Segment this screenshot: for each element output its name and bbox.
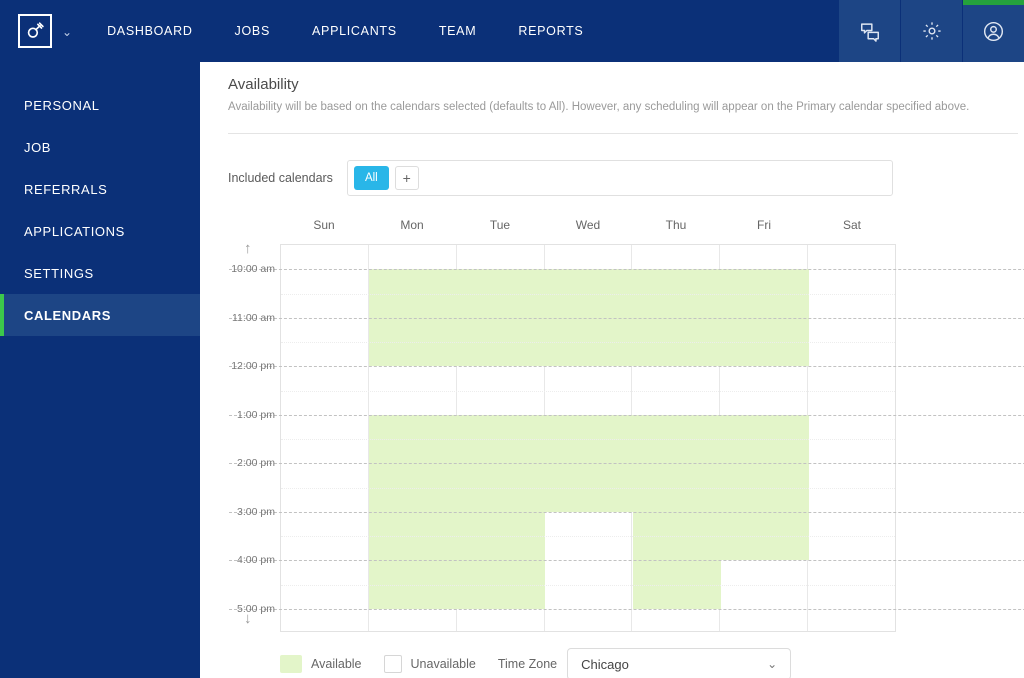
sidebar-item-settings[interactable]: SETTINGS (0, 252, 200, 294)
grid-half-hour-line (281, 536, 895, 538)
messages-button[interactable] (838, 0, 900, 62)
top-navbar: ⌄ DASHBOARD JOBS APPLICANTS TEAM REPORTS (0, 0, 1024, 62)
day-header-row: Sun Mon Tue Wed Thu Fri Sat (280, 218, 896, 232)
grid-hour-line (229, 608, 1024, 610)
calendar-legend: Available Unavailable Time Zone Chicago … (280, 648, 792, 678)
grid-col-sun (281, 245, 369, 632)
calendar-chip-all[interactable]: All (353, 166, 389, 191)
grid-half-hour-line (281, 342, 895, 344)
time-axis-label: 4:00 pm (237, 554, 275, 567)
day-header-wed: Wed (575, 218, 601, 233)
nav-link-team[interactable]: TEAM (418, 0, 498, 62)
time-axis-label: 12:00 pm (231, 360, 275, 373)
legend-swatch-available (280, 655, 302, 674)
nav-link-applicants[interactable]: APPLICANTS (291, 0, 418, 62)
account-button[interactable] (962, 0, 1024, 62)
timezone-value: Chicago (581, 656, 629, 672)
scroll-up-arrow-icon[interactable]: ↑ (244, 240, 252, 257)
grid-hour-line (229, 317, 1024, 319)
time-axis-label: 11:00 am (232, 311, 275, 324)
sidebar: PERSONAL JOB REFERRALS APPLICATIONS SETT… (0, 62, 200, 678)
timezone-label: Time Zone (497, 657, 558, 672)
logo-chevron-down-icon[interactable]: ⌄ (62, 26, 72, 38)
legend-label-unavailable: Unavailable (410, 657, 476, 672)
legend-swatch-unavailable (383, 655, 402, 674)
nav-link-jobs[interactable]: JOBS (214, 0, 291, 62)
sidebar-item-label: SETTINGS (24, 265, 94, 281)
sidebar-item-label: REFERRALS (24, 181, 108, 197)
logo-zone[interactable]: ⌄ (0, 0, 86, 62)
sidebar-item-referrals[interactable]: REFERRALS (0, 168, 200, 210)
time-axis-label: 1:00 pm (237, 408, 275, 421)
plug-logo-icon[interactable] (18, 14, 52, 48)
day-header-tue: Tue (489, 218, 511, 233)
grid-hour-line (229, 463, 1024, 465)
add-calendar-button[interactable]: + (394, 166, 419, 191)
grid-half-hour-line (281, 293, 895, 295)
navbar-icon-group (838, 0, 1024, 62)
sidebar-item-calendars[interactable]: CALENDARS (0, 294, 200, 336)
grid-col-sat (808, 245, 895, 631)
main-content: Availability Availability will be based … (200, 62, 1024, 678)
grid-half-hour-line (281, 487, 895, 489)
timezone-select[interactable]: Chicago ⌄ (567, 648, 792, 678)
sidebar-item-applications[interactable]: APPLICATIONS (0, 210, 200, 252)
included-calendars-field[interactable]: All + (346, 160, 893, 197)
sidebar-item-personal[interactable]: PERSONAL (0, 84, 200, 126)
account-active-indicator (963, 0, 1024, 5)
page-title: Availability (228, 76, 299, 93)
included-calendars-label: Included calendars (228, 171, 333, 186)
day-header-sat: Sat (842, 218, 861, 233)
legend-label-available: Available (311, 657, 362, 672)
sidebar-item-label: PERSONAL (24, 97, 100, 113)
grid-hour-line (229, 414, 1024, 416)
grid-half-hour-line (281, 390, 895, 392)
settings-button[interactable] (900, 0, 962, 62)
day-header-thu: Thu (665, 218, 687, 233)
page-description: Availability will be based on the calend… (228, 101, 970, 113)
nav-link-reports[interactable]: REPORTS (497, 0, 604, 62)
sidebar-item-label: JOB (24, 139, 52, 155)
grid-hour-line (229, 511, 1024, 513)
chevron-down-icon: ⌄ (767, 657, 778, 672)
time-axis-label: 3:00 pm (237, 505, 275, 518)
grid-hour-line (229, 269, 1024, 271)
calendar-grid[interactable]: 10:00 am 11:00 am 12:00 pm 1:00 pm 2:00 pm 3:… (229, 244, 1024, 633)
day-header-mon: Mon (400, 218, 424, 233)
time-axis-label: 5:00 pm (237, 602, 275, 615)
day-header-fri: Fri (757, 218, 771, 233)
nav-links: DASHBOARD JOBS APPLICANTS TEAM REPORTS (86, 0, 604, 62)
nav-link-dashboard[interactable]: DASHBOARD (86, 0, 213, 62)
sidebar-item-label: APPLICATIONS (24, 223, 125, 239)
grid-hour-line (229, 560, 1024, 562)
grid-half-hour-line (281, 584, 895, 586)
day-header-sun: Sun (313, 218, 335, 233)
included-calendars-row: Included calendars All + (228, 160, 1024, 197)
navbar-spacer (604, 0, 838, 62)
grid-hour-line (229, 366, 1024, 368)
divider (228, 133, 1018, 135)
sidebar-item-job[interactable]: JOB (0, 126, 200, 168)
sidebar-item-label: CALENDARS (24, 307, 112, 323)
time-axis-label: 2:00 pm (237, 457, 275, 470)
time-axis-label: 10:00 am (231, 263, 275, 276)
grid-half-hour-line (281, 439, 895, 441)
